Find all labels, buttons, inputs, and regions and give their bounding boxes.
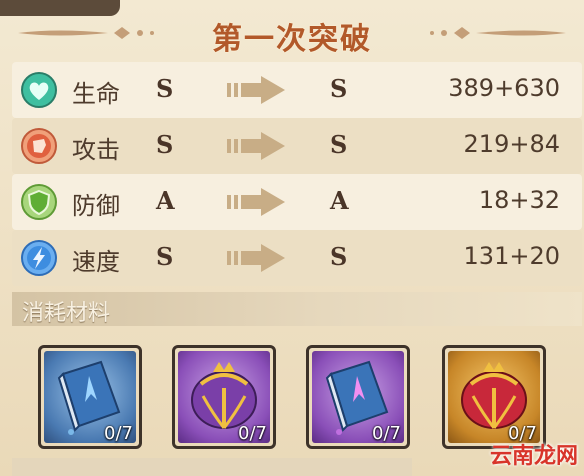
- stat-value: 131+20: [463, 242, 560, 270]
- right-flourish-icon: [430, 27, 566, 39]
- fist-icon: [21, 128, 57, 164]
- stat-row-hp: 生命 S S 389+630: [12, 62, 582, 118]
- material-slot-red-crown[interactable]: 0/7: [442, 345, 546, 449]
- arrow-right-icon: [227, 244, 285, 272]
- stat-value: 389+630: [448, 74, 560, 102]
- grade-from: A: [156, 186, 175, 215]
- arrow-right-icon: [227, 188, 285, 216]
- stat-label: 生命: [72, 80, 120, 108]
- item-count: 0/7: [238, 423, 267, 444]
- item-count: 0/7: [104, 423, 133, 444]
- stat-label: 攻击: [72, 136, 120, 164]
- stat-label: 速度: [72, 248, 120, 276]
- material-slot-purple-book[interactable]: 0/7: [306, 345, 410, 449]
- shield-icon: [21, 184, 57, 220]
- material-slot-blue-book[interactable]: 0/7: [38, 345, 142, 449]
- heart-icon: [21, 72, 57, 108]
- grade-to: S: [330, 242, 348, 271]
- grade-from: S: [156, 74, 174, 103]
- material-slot-purple-crown[interactable]: 0/7: [172, 345, 276, 449]
- grade-from: S: [156, 242, 174, 271]
- item-count: 0/7: [372, 423, 401, 444]
- arrow-right-icon: [227, 76, 285, 104]
- panel-header: 第一次突破: [0, 8, 584, 58]
- breakthrough-panel: 第一次突破 生命 S S 389+630 攻击 S S 219+84 防御 A …: [0, 0, 584, 476]
- grade-from: S: [156, 130, 174, 159]
- grade-to: S: [330, 74, 348, 103]
- stat-row-attack: 攻击 S S 219+84: [12, 118, 582, 174]
- grade-to: A: [330, 186, 349, 215]
- stat-value: 18+32: [478, 186, 560, 214]
- stat-row-defense: 防御 A A 18+32: [12, 174, 582, 230]
- bottom-strip: [12, 458, 412, 476]
- watermark: 云南龙网: [489, 444, 578, 469]
- section-title: 消耗材料: [22, 301, 111, 326]
- arrow-right-icon: [227, 132, 285, 160]
- lightning-icon: [21, 240, 57, 276]
- stat-row-speed: 速度 S S 131+20: [12, 230, 582, 286]
- stat-label: 防御: [72, 192, 120, 220]
- grade-to: S: [330, 130, 348, 159]
- stat-value: 219+84: [463, 130, 560, 158]
- materials-section-header: 消耗材料: [12, 292, 582, 326]
